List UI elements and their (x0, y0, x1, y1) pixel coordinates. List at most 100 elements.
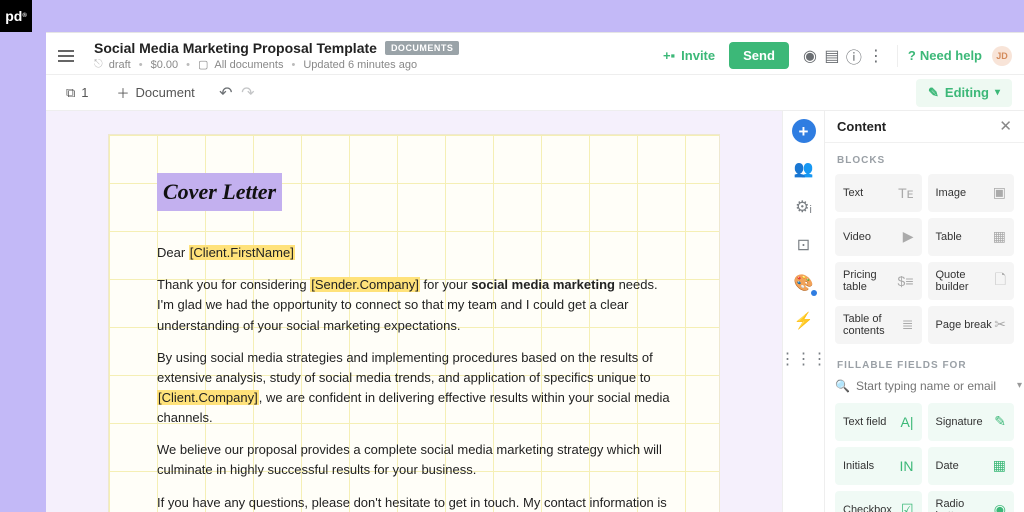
label: Date (936, 460, 959, 472)
paragraph-3[interactable]: We believe our proposal provides a compl… (157, 440, 671, 480)
table-icon: ▦ (993, 228, 1006, 245)
add-doc-label: Document (136, 85, 195, 100)
signature-icon: ✎ (994, 413, 1006, 430)
pricing-icon[interactable]: ⊡ (792, 233, 816, 257)
redo-icon[interactable]: ↷ (237, 82, 259, 104)
field-radio[interactable]: Radio buttons◉ (928, 491, 1015, 512)
initials-icon: IN (900, 458, 914, 474)
more-icon[interactable]: ⋮ (865, 45, 887, 67)
apps-grid-icon[interactable]: ⋮⋮⋮ (792, 347, 816, 371)
document-tag: DOCUMENTS (385, 41, 460, 55)
pages-button[interactable]: ⧉ 1 (58, 81, 97, 105)
send-button[interactable]: Send (729, 42, 789, 69)
preview-icon[interactable]: ◉ (799, 45, 821, 67)
variables-icon[interactable]: ⚙ᵢ (792, 195, 816, 219)
client-firstname-token[interactable]: [Client.FirstName] (189, 245, 295, 260)
field-initials[interactable]: Initials IN (835, 447, 922, 485)
top-bar: Social Media Marketing Proposal Template… (46, 33, 1024, 75)
user-avatar[interactable]: JD (992, 46, 1012, 66)
add-content-button[interactable]: + (792, 119, 816, 143)
label: Table of contents (843, 313, 902, 337)
field-text[interactable]: Text field A| (835, 403, 922, 441)
cover-letter-heading[interactable]: Cover Letter (157, 173, 282, 211)
menu-icon[interactable] (58, 45, 80, 67)
paragraph-2[interactable]: By using social media strategies and imp… (157, 348, 671, 429)
label: Initials (843, 460, 874, 472)
greeting-line[interactable]: Dear [Client.FirstName] (157, 243, 671, 263)
page[interactable]: Cover Letter Dear [Client.FirstName] Tha… (109, 135, 719, 512)
invite-icon: +▪ (663, 48, 675, 63)
plus-icon: ＋ (117, 83, 130, 102)
label: Signature (936, 416, 983, 428)
greeting-prefix: Dear (157, 245, 189, 260)
label: Text (843, 187, 863, 199)
brand-logo: pd® (0, 0, 32, 32)
undo-icon[interactable]: ↶ (215, 82, 237, 104)
sub-header: ⎋ draft $0.00 ▢ All documents Updated 6 … (94, 58, 459, 71)
block-page-break[interactable]: Page break✂ (928, 306, 1015, 344)
textfield-icon: A| (901, 414, 914, 430)
folder-link[interactable]: All documents (214, 59, 283, 71)
field-date[interactable]: Date ▦ (928, 447, 1015, 485)
chevron-down-icon: ▾ (995, 87, 1000, 98)
paragraph-4[interactable]: If you have any questions, please don't … (157, 493, 671, 512)
block-pricing-table[interactable]: Pricing table$≡ (835, 262, 922, 300)
block-table[interactable]: Table ▦ (928, 218, 1015, 256)
label: Checkbox (843, 504, 892, 512)
field-signature[interactable]: Signature ✎ (928, 403, 1015, 441)
block-toc[interactable]: Table of contents≣ (835, 306, 922, 344)
label: Quote builder (936, 269, 995, 293)
close-icon[interactable]: ✕ (999, 117, 1012, 135)
comments-icon[interactable]: ▤ (821, 45, 843, 67)
toc-icon: ≣ (902, 316, 914, 333)
p1-b: for your (420, 277, 471, 292)
lock-icon: ⎋ (94, 58, 103, 71)
need-help-link[interactable]: Need help (920, 48, 982, 63)
price-text: $0.00 (151, 59, 179, 71)
right-rail: + 👥 ⚙ᵢ ⊡ 🎨 ⚡ ⋮⋮⋮ (782, 111, 824, 512)
info-icon[interactable]: ⓘ (843, 45, 865, 67)
block-video[interactable]: Video ▶ (835, 218, 922, 256)
design-icon[interactable]: 🎨 (792, 271, 816, 295)
video-icon: ▶ (903, 228, 914, 245)
quote-icon: 🗋 (995, 269, 1006, 293)
app-frame: Social Media Marketing Proposal Template… (46, 32, 1024, 512)
label: Video (843, 231, 871, 243)
label: Radio buttons (936, 498, 994, 512)
client-company-token[interactable]: [Client.Company] (157, 390, 259, 405)
mode-label: Editing (945, 85, 989, 100)
label: Table (936, 231, 962, 243)
scissors-icon: ✂ (994, 316, 1006, 333)
recipients-icon[interactable]: 👥 (792, 157, 816, 181)
folder-icon: ▢ (198, 58, 208, 71)
help-question-icon: ? (908, 48, 916, 63)
block-text[interactable]: Text Tᴇ (835, 174, 922, 212)
p1-bold: social media marketing (471, 277, 615, 292)
workspace: Cover Letter Dear [Client.FirstName] Tha… (46, 111, 1024, 512)
calendar-icon: ▦ (993, 457, 1006, 474)
search-icon: 🔍 (835, 379, 850, 393)
paragraph-1[interactable]: Thank you for considering [Sender.Compan… (157, 275, 671, 335)
text-icon: Tᴇ (898, 185, 913, 201)
canvas[interactable]: Cover Letter Dear [Client.FirstName] Tha… (46, 111, 782, 512)
updated-text: Updated 6 minutes ago (303, 59, 417, 71)
automation-icon[interactable]: ⚡ (792, 309, 816, 333)
label: Page break (936, 319, 992, 331)
doc-toolbar: ⧉ 1 ＋ Document ↶ ↷ ✎ Editing ▾ (46, 75, 1024, 111)
sender-company-token[interactable]: [Sender.Company] (310, 277, 420, 292)
invite-button[interactable]: +▪ Invite (649, 42, 729, 69)
blocks-section-label: BLOCKS (837, 155, 1014, 166)
recipient-search-input[interactable] (856, 379, 1011, 393)
label: Pricing table (843, 269, 898, 293)
content-panel: Content ✕ BLOCKS TextTᴇ Image▣ Video▶ Ta… (824, 111, 1024, 512)
block-image[interactable]: Image▣ (928, 174, 1015, 212)
mode-picker[interactable]: ✎ Editing ▾ (916, 79, 1012, 107)
p1-a: Thank you for considering (157, 277, 310, 292)
radio-icon: ◉ (994, 501, 1006, 512)
block-quote-builder[interactable]: Quote builder🗋 (928, 262, 1015, 300)
recipient-search[interactable]: 🔍 ▾ (835, 379, 1014, 393)
add-document-button[interactable]: ＋ Document (109, 79, 203, 106)
label: Text field (843, 416, 886, 428)
pricing-icon: $≡ (898, 273, 914, 289)
field-checkbox[interactable]: Checkbox☑ (835, 491, 922, 512)
